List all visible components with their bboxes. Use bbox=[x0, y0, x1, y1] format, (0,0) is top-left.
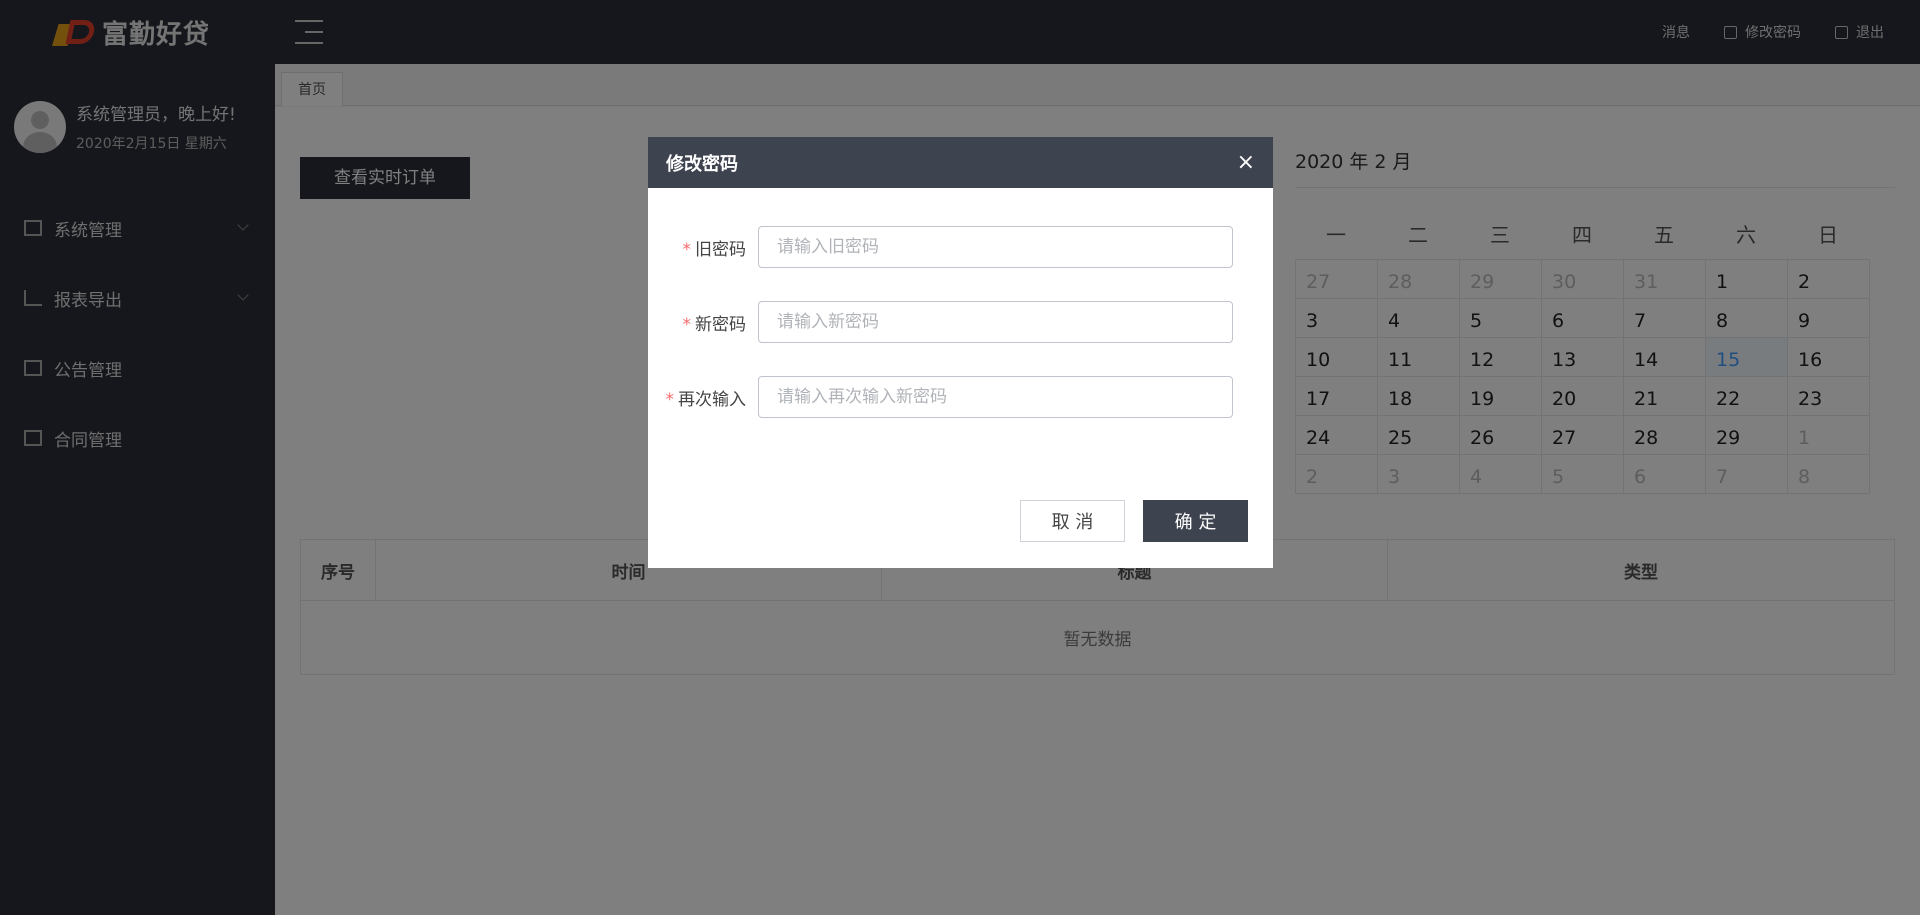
old-password-input[interactable] bbox=[758, 226, 1233, 268]
change-password-dialog: 修改密码 × * 旧密码 * 新密码 * 再次输入 取 消 确 定 bbox=[648, 137, 1273, 568]
field-label: * 新密码 bbox=[682, 314, 747, 335]
confirm-button[interactable]: 确 定 bbox=[1143, 500, 1248, 542]
dialog-title: 修改密码 bbox=[666, 153, 738, 175]
close-icon[interactable]: × bbox=[1237, 151, 1255, 174]
password-form: * 旧密码 * 新密码 * 再次输入 bbox=[648, 188, 1273, 418]
cancel-button[interactable]: 取 消 bbox=[1020, 500, 1125, 542]
new-password-input[interactable] bbox=[758, 301, 1233, 343]
confirm-password-input[interactable] bbox=[758, 376, 1233, 418]
form-row: * 旧密码 bbox=[648, 226, 1273, 268]
dialog-header: 修改密码 × bbox=[648, 137, 1273, 188]
form-row: * 再次输入 bbox=[648, 376, 1273, 418]
field-label: * 旧密码 bbox=[682, 239, 747, 260]
form-row: * 新密码 bbox=[648, 301, 1273, 343]
field-label: * 再次输入 bbox=[665, 389, 747, 410]
dialog-actions: 取 消 确 定 bbox=[1020, 500, 1248, 542]
